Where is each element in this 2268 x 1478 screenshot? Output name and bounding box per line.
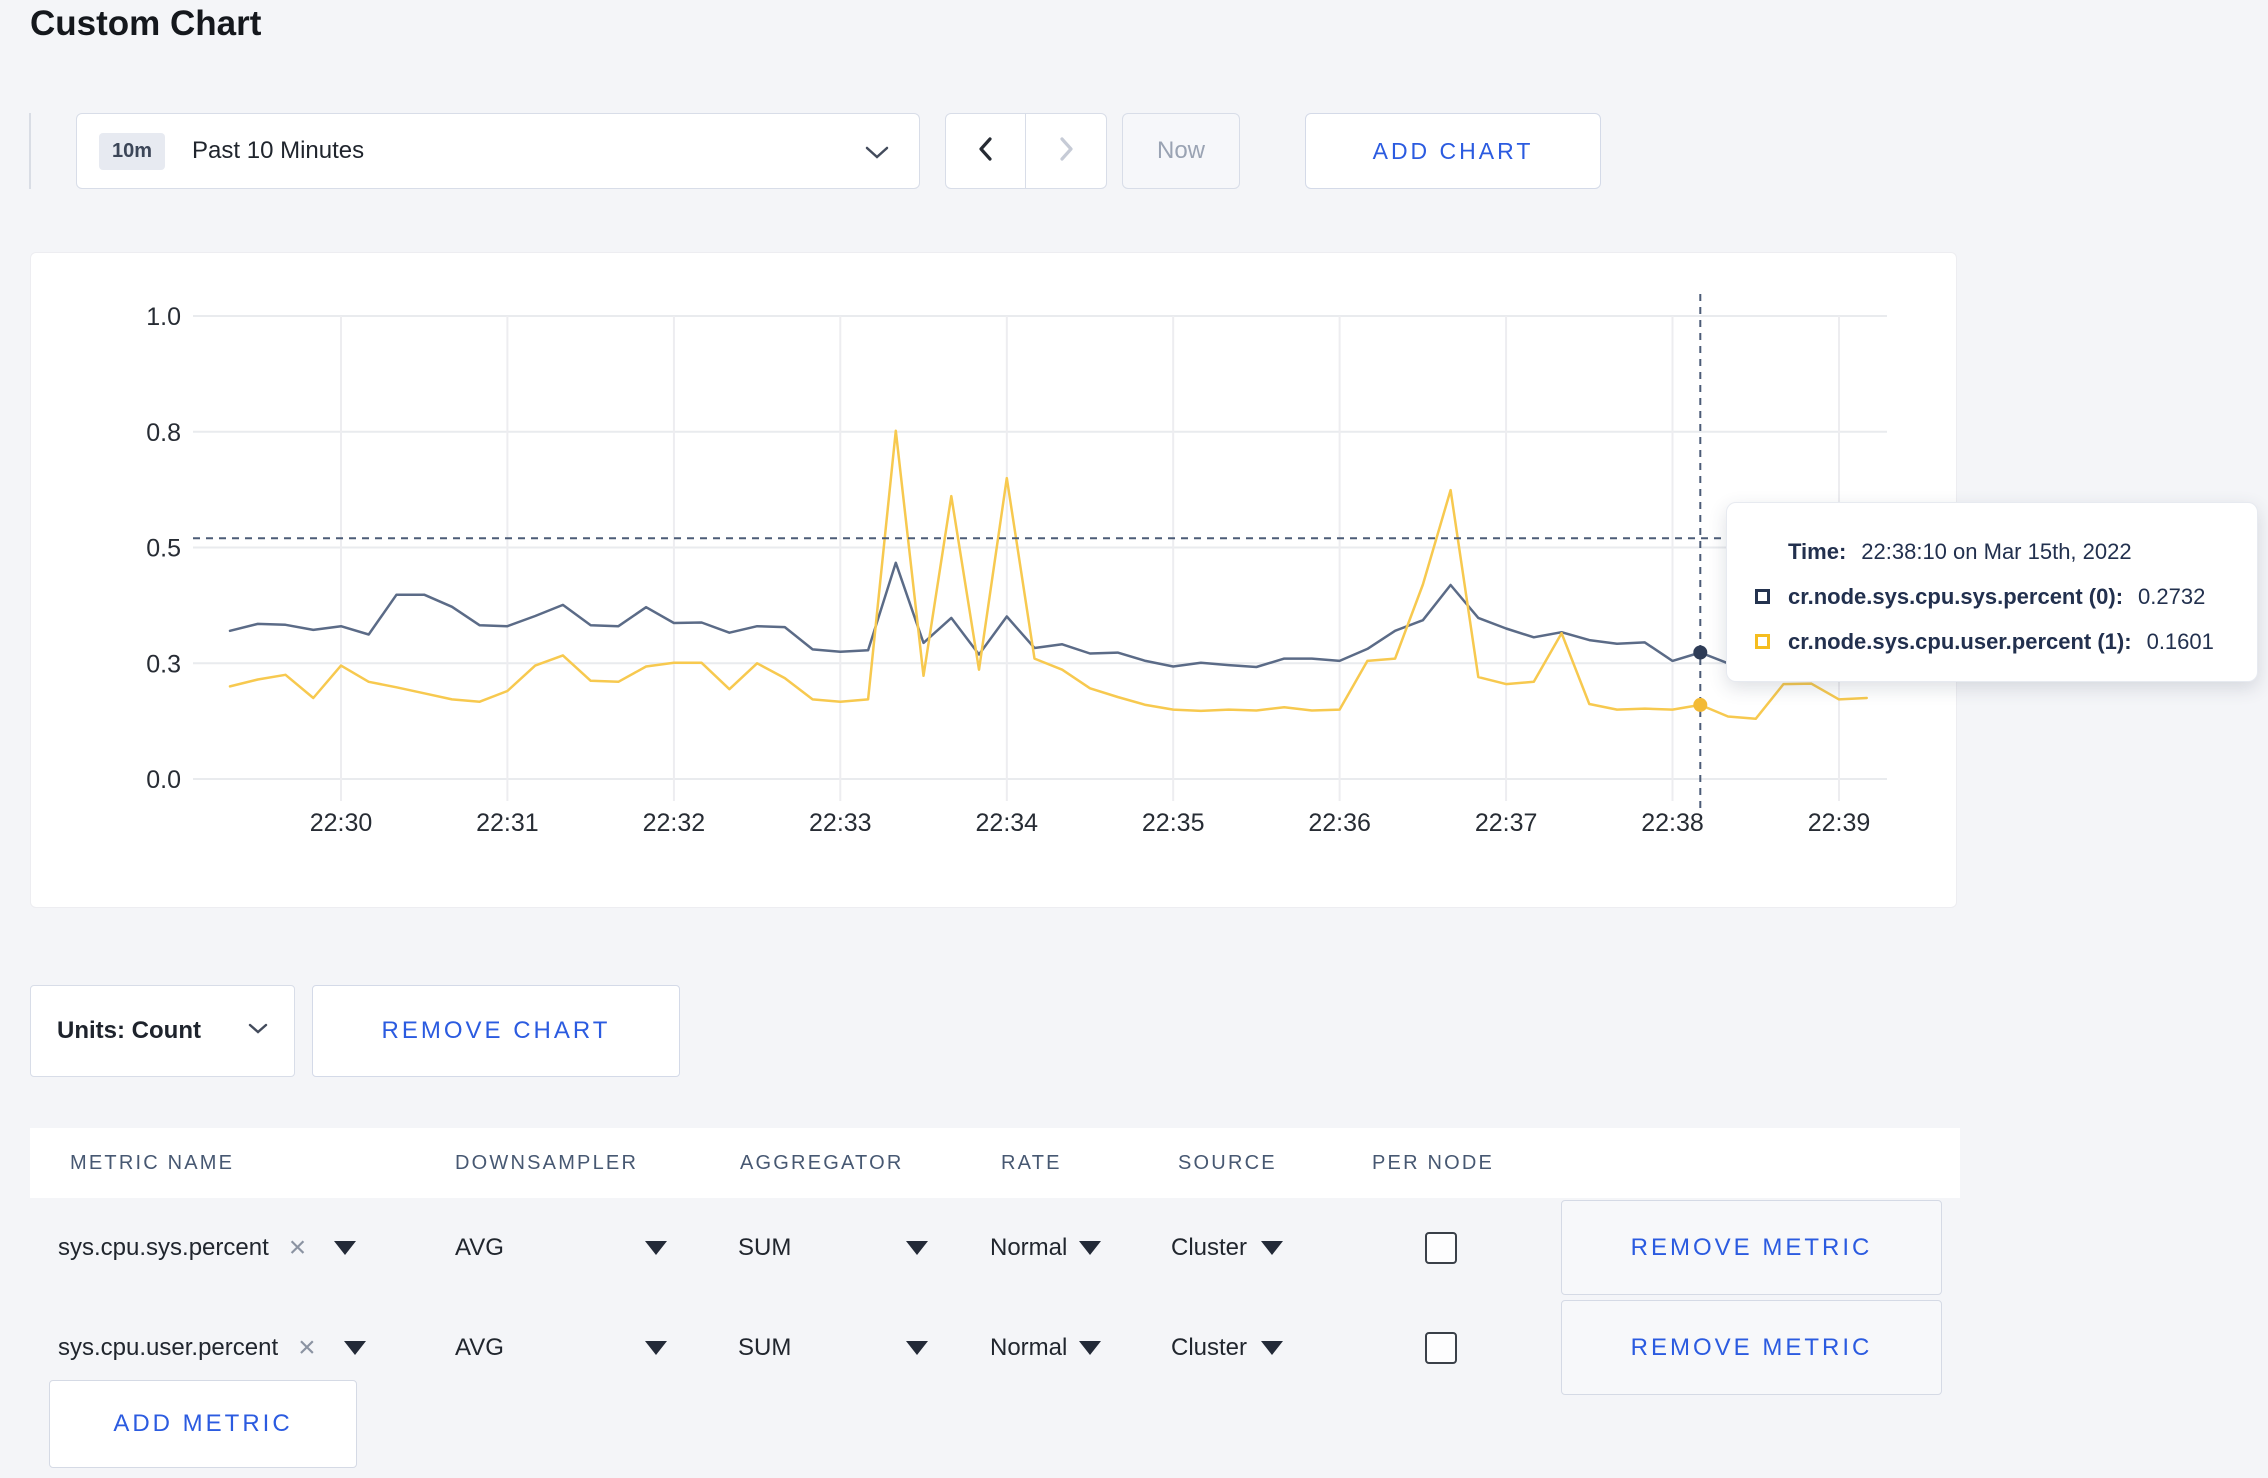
series-sys-legend-icon (1755, 589, 1770, 604)
caret-down-icon (1261, 1241, 1284, 1255)
remove-metric-x-icon[interactable]: × (298, 1333, 316, 1363)
svg-text:22:38: 22:38 (1641, 809, 1704, 837)
tooltip-series-value: 0.1601 (2146, 628, 2214, 654)
chart-tooltip: Time: 22:38:10 on Mar 15th, 2022 cr.node… (1726, 502, 2258, 682)
metrics-table-header: METRIC NAME DOWNSAMPLER AGGREGATOR RATE … (30, 1128, 1960, 1198)
toolbar-divider (29, 113, 31, 189)
downsampler-select[interactable]: AVG (455, 1298, 667, 1398)
units-dropdown[interactable]: Units: Count (30, 985, 295, 1077)
column-header-aggregator: AGGREGATOR (740, 1152, 904, 1174)
tooltip-time-label: Time: (1788, 538, 1847, 564)
svg-text:0.8: 0.8 (146, 419, 181, 447)
time-nav-group (945, 113, 1107, 189)
now-button[interactable]: Now (1122, 113, 1240, 189)
column-header-rate: RATE (1001, 1152, 1062, 1174)
svg-text:22:31: 22:31 (476, 809, 539, 837)
svg-text:22:33: 22:33 (809, 809, 872, 837)
add-chart-button[interactable]: ADD CHART (1305, 113, 1601, 189)
source-select[interactable]: Cluster (1171, 1198, 1284, 1298)
remove-metric-button[interactable]: REMOVE METRIC (1561, 1300, 1942, 1395)
svg-text:0.0: 0.0 (146, 766, 181, 794)
svg-text:22:34: 22:34 (976, 809, 1039, 837)
tooltip-series-label: cr.node.sys.cpu.sys.percent (0): (1788, 583, 2124, 609)
time-range-dropdown[interactable]: 10m Past 10 Minutes (76, 113, 920, 189)
tooltip-series-row: cr.node.sys.cpu.user.percent (1): 0.1601 (1755, 619, 2257, 664)
aggregator-select[interactable]: SUM (738, 1298, 928, 1398)
downsampler-select[interactable]: AVG (455, 1198, 667, 1298)
aggregator-value: SUM (738, 1234, 792, 1261)
caret-down-icon (645, 1241, 667, 1255)
downsampler-value: AVG (455, 1334, 504, 1361)
column-header-metric-name: METRIC NAME (70, 1152, 235, 1174)
caret-down-icon (645, 1341, 667, 1355)
downsampler-value: AVG (455, 1234, 504, 1261)
remove-metric-x-icon[interactable]: × (289, 1233, 307, 1263)
aggregator-value: SUM (738, 1334, 792, 1361)
per-node-checkbox[interactable] (1425, 1232, 1457, 1264)
svg-text:1.0: 1.0 (146, 303, 181, 331)
metric-name-value: sys.cpu.sys.percent (58, 1234, 269, 1261)
svg-text:22:32: 22:32 (643, 809, 706, 837)
svg-text:22:39: 22:39 (1808, 809, 1871, 837)
caret-down-icon (906, 1341, 928, 1355)
metric-name-value: sys.cpu.user.percent (58, 1334, 279, 1361)
tooltip-series-value: 0.2732 (2138, 583, 2206, 609)
svg-text:22:35: 22:35 (1142, 809, 1205, 837)
time-back-button[interactable] (946, 114, 1026, 188)
svg-text:0.3: 0.3 (146, 650, 181, 678)
remove-metric-button[interactable]: REMOVE METRIC (1561, 1200, 1942, 1295)
per-node-checkbox[interactable] (1425, 1332, 1457, 1364)
rate-select[interactable]: Normal (990, 1298, 1102, 1398)
cpu-usage-chart[interactable]: 0.0 0.3 0.5 0.8 1.0 22:30 22:31 22:32 22:33 22:34… (31, 253, 1958, 909)
time-range-badge: 10m (99, 132, 166, 170)
rate-value: Normal (990, 1234, 1068, 1261)
column-header-source: SOURCE (1178, 1152, 1277, 1174)
rate-select[interactable]: Normal (990, 1198, 1102, 1298)
caret-down-icon (334, 1241, 357, 1255)
column-header-per-node: PER NODE (1372, 1152, 1495, 1174)
chevron-right-icon (1054, 135, 1078, 168)
caret-down-icon (1079, 1341, 1102, 1355)
source-value: Cluster (1171, 1234, 1248, 1261)
svg-text:22:30: 22:30 (310, 809, 373, 837)
column-header-downsampler: DOWNSAMPLER (455, 1152, 639, 1174)
caret-down-icon (343, 1341, 366, 1355)
tooltip-time-row: Time: 22:38:10 on Mar 15th, 2022 (1755, 529, 2257, 574)
series-user-legend-icon (1755, 634, 1770, 649)
chart-card: 0.0 0.3 0.5 0.8 1.0 22:30 22:31 22:32 22:33 22:34… (30, 252, 1957, 908)
svg-text:0.5: 0.5 (146, 535, 181, 563)
svg-text:22:36: 22:36 (1308, 809, 1371, 837)
tooltip-time-value: 22:38:10 on Mar 15th, 2022 (1861, 538, 2132, 564)
svg-text:22:37: 22:37 (1475, 809, 1538, 837)
caret-down-icon (906, 1241, 928, 1255)
page-title: Custom Chart (30, 4, 262, 43)
tooltip-series-label: cr.node.sys.cpu.user.percent (1): (1788, 628, 2132, 654)
metric-name-select[interactable]: sys.cpu.sys.percent × (58, 1198, 357, 1298)
aggregator-select[interactable]: SUM (738, 1198, 928, 1298)
time-range-label: Past 10 Minutes (192, 137, 365, 164)
add-metric-button[interactable]: ADD METRIC (49, 1380, 357, 1468)
table-row: sys.cpu.sys.percent × AVG SUM Normal Clu… (30, 1198, 1960, 1298)
chevron-down-icon (248, 1022, 268, 1040)
time-forward-button[interactable] (1026, 114, 1106, 188)
caret-down-icon (1079, 1241, 1102, 1255)
caret-down-icon (1261, 1341, 1284, 1355)
tooltip-series-row: cr.node.sys.cpu.sys.percent (0): 0.2732 (1755, 574, 2257, 619)
source-value: Cluster (1171, 1334, 1248, 1361)
source-select[interactable]: Cluster (1171, 1298, 1284, 1398)
units-label: Units: Count (57, 1017, 201, 1044)
remove-chart-button[interactable]: REMOVE CHART (312, 985, 680, 1077)
chevron-left-icon (974, 135, 998, 168)
rate-value: Normal (990, 1334, 1068, 1361)
chevron-down-icon (865, 146, 889, 165)
